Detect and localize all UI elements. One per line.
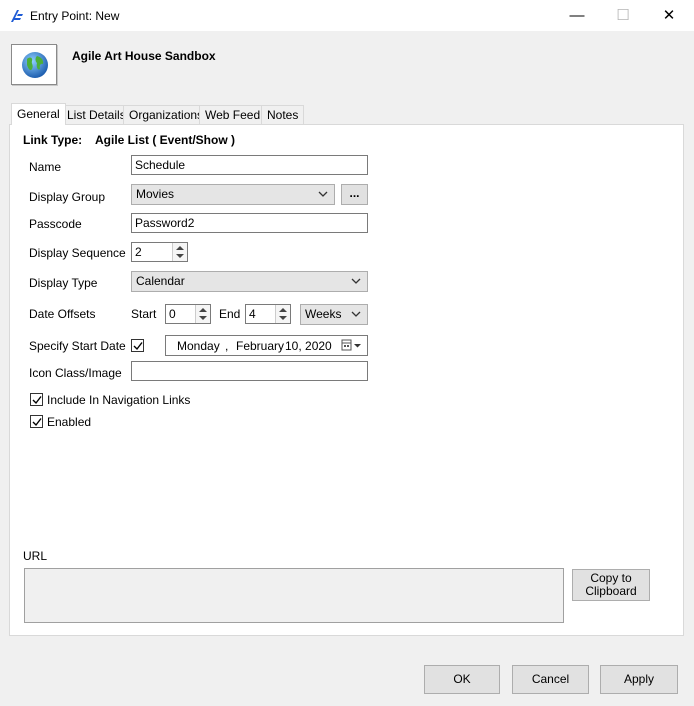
app-logo-icon [9, 8, 25, 24]
start-offset-stepper[interactable]: 0 [165, 304, 211, 324]
offset-unit-select[interactable]: Weeks [300, 304, 368, 325]
spin-up-icon[interactable] [176, 246, 184, 250]
enabled-checkbox[interactable] [30, 415, 43, 428]
close-button[interactable]: ✕ [646, 0, 692, 31]
url-textbox[interactable] [24, 568, 564, 623]
start-date-picker[interactable]: Monday , February 10, 2020 [165, 335, 368, 356]
date-offsets-label: Date Offsets [29, 307, 96, 321]
name-label: Name [29, 160, 62, 174]
enabled-label[interactable]: Enabled [47, 415, 91, 429]
spin-buttons[interactable] [195, 305, 210, 323]
link-type-value: Agile List ( Event/Show ) [95, 133, 236, 147]
icon-class-label: Icon Class/Image [29, 366, 122, 380]
globe-icon [22, 52, 48, 78]
tab-web-feed[interactable]: Web Feed [199, 105, 267, 124]
spin-down-icon[interactable] [199, 316, 207, 320]
specify-start-date-checkbox[interactable] [131, 339, 144, 352]
site-icon-box [11, 44, 57, 85]
display-type-select[interactable]: Calendar [131, 271, 368, 292]
date-month: February [236, 339, 285, 353]
link-type-label: Link Type: [23, 133, 83, 147]
chevron-down-icon [351, 278, 361, 284]
end-offset-value: 4 [249, 307, 256, 321]
minimize-button[interactable]: — [554, 0, 600, 31]
checkmark-icon [32, 418, 42, 427]
checkmark-icon [32, 396, 42, 405]
copy-to-clipboard-button[interactable]: Copy to Clipboard [572, 569, 650, 601]
passcode-label: Passcode [29, 217, 82, 231]
spin-up-icon[interactable] [279, 308, 287, 312]
display-sequence-stepper[interactable]: 2 [131, 242, 188, 262]
site-name: Agile Art House Sandbox [72, 49, 216, 63]
spin-up-icon[interactable] [199, 308, 207, 312]
chevron-down-icon [351, 311, 361, 317]
window-title: Entry Point: New [30, 9, 120, 23]
browse-button[interactable]: ... [341, 184, 368, 205]
checkmark-icon [133, 342, 143, 351]
apply-button[interactable]: Apply [600, 665, 678, 694]
start-label: Start [131, 307, 157, 321]
spin-down-icon[interactable] [279, 316, 287, 320]
tab-list-details[interactable]: List Details [61, 105, 132, 124]
display-sequence-value: 2 [135, 245, 142, 259]
name-input[interactable]: Schedule [131, 155, 368, 175]
display-sequence-label: Display Sequence [29, 246, 126, 260]
display-group-select[interactable]: Movies [131, 184, 335, 205]
passcode-input[interactable]: Password2 [131, 213, 368, 233]
maximize-button[interactable]: ☐ [600, 0, 646, 31]
display-group-value: Movies [136, 187, 175, 201]
display-type-label: Display Type [29, 276, 98, 290]
calendar-dropdown-icon[interactable] [341, 339, 363, 352]
icon-class-input[interactable] [131, 361, 368, 381]
spin-down-icon[interactable] [176, 254, 184, 258]
end-offset-stepper[interactable]: 4 [245, 304, 291, 324]
date-separator: , [225, 339, 229, 353]
tab-general[interactable]: General [11, 103, 66, 125]
display-type-value: Calendar [136, 274, 185, 288]
offset-unit-value: Weeks [305, 307, 342, 321]
display-group-label: Display Group [29, 190, 106, 204]
tab-organizations[interactable]: Organizations [123, 105, 210, 124]
spin-buttons[interactable] [172, 243, 187, 261]
include-nav-checkbox[interactable] [30, 393, 43, 406]
chevron-down-icon [318, 191, 328, 197]
ok-button[interactable]: OK [424, 665, 500, 694]
tab-notes[interactable]: Notes [261, 105, 305, 124]
spin-buttons[interactable] [275, 305, 290, 323]
copy-button-line2: Clipboard [585, 584, 637, 598]
date-weekday: Monday [177, 339, 220, 353]
url-label: URL [23, 549, 48, 563]
specify-start-date-label: Specify Start Date [29, 339, 126, 353]
include-nav-label[interactable]: Include In Navigation Links [47, 393, 190, 407]
end-label: End [219, 307, 241, 321]
start-offset-value: 0 [169, 307, 176, 321]
date-day-year: 10, 2020 [285, 339, 332, 353]
cancel-button[interactable]: Cancel [512, 665, 589, 694]
